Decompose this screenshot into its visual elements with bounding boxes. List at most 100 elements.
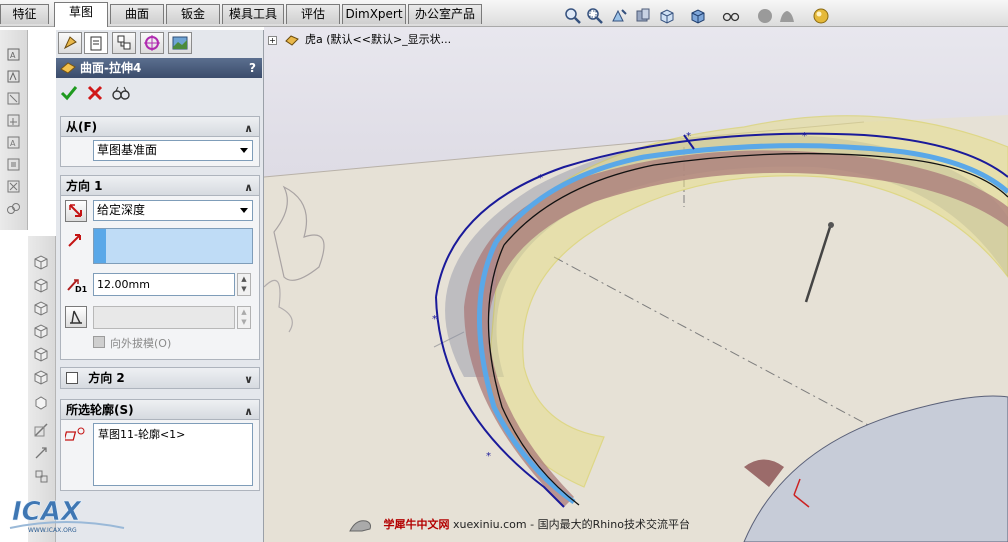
ordinate-dimension-icon[interactable]	[5, 112, 22, 129]
direction2-checkbox[interactable]	[66, 371, 78, 384]
from-select[interactable]: 草图基准面	[93, 140, 253, 161]
section-view-icon[interactable]	[634, 7, 652, 25]
hide-show-items-icon[interactable]	[722, 7, 740, 25]
depth-input[interactable]	[93, 273, 235, 296]
graphics-area[interactable]: * * * * * + 虎a (默认<<默认>_显示状... 学犀牛中文网 xuexi…	[264, 27, 1008, 542]
previous-view-icon[interactable]	[610, 7, 628, 25]
tab-configuration-manager[interactable]	[112, 32, 136, 54]
svg-text:*: *	[538, 173, 543, 184]
direction-vector-icon	[68, 234, 81, 247]
extrude-surface-icon	[60, 62, 76, 74]
collapse-chevron-icon[interactable]: ∧	[244, 402, 253, 422]
draft-angle-spinner[interactable]: ▲ ▼	[237, 306, 251, 329]
angular-dimension-icon[interactable]: A	[5, 134, 22, 151]
icax-logo: ICAX WWW.ICAX.ORG	[9, 497, 125, 534]
preview-button[interactable]	[112, 84, 130, 102]
tab-sheet-metal[interactable]: 钣金	[166, 4, 220, 24]
chain-dimension-icon[interactable]	[5, 178, 22, 195]
svg-text:ICAX: ICAX	[12, 497, 83, 527]
feature-tree-flyout[interactable]: + 虎a (默认<<默认>_显示状...	[268, 31, 451, 47]
draft-toggle-button[interactable]	[65, 306, 87, 328]
direction1-group: 方向 1 ∧ 给定深度 D1 ▲▼ ▲▼ 向外拔模(	[60, 175, 260, 360]
edit-appearance-icon[interactable]	[756, 7, 774, 25]
zoom-to-fit-icon[interactable]	[564, 7, 582, 25]
manager-tabs	[56, 30, 264, 56]
right-view-icon[interactable]	[33, 323, 50, 340]
draft-angle-input[interactable]	[93, 306, 235, 329]
top-view-icon[interactable]	[33, 300, 50, 317]
box-view-icon[interactable]	[33, 254, 50, 271]
tab-dimxpert-manager[interactable]	[140, 32, 164, 54]
draft-outward-label: 向外拔模(O)	[110, 337, 172, 350]
draft-icon	[70, 310, 82, 324]
watermark-caption: 学犀牛中文网 xuexiniu.com - 国内最大的Rhino技术交流平台	[348, 515, 690, 535]
contours-list[interactable]: 草图11-轮廓<1>	[93, 423, 253, 486]
isometric-view-icon[interactable]	[33, 346, 50, 363]
tab-sketch[interactable]: 草图	[54, 2, 108, 27]
zoom-area-icon[interactable]	[586, 7, 604, 25]
ok-button[interactable]	[60, 84, 78, 102]
sketch-icon[interactable]	[33, 422, 50, 439]
from-group-title: 从(F)	[66, 120, 98, 134]
front-view-icon[interactable]	[33, 277, 50, 294]
tab-office-products[interactable]: 办公室产品	[408, 4, 482, 24]
normal-to-icon[interactable]	[33, 394, 50, 411]
depth-spinner[interactable]: ▲ ▼	[237, 273, 251, 296]
reverse-direction-icon	[69, 204, 82, 217]
svg-text:*: *	[802, 131, 807, 142]
display-style-icon[interactable]	[690, 7, 708, 25]
solidworks-window: 特征 草图 曲面 钣金 模具工具 评估 DimXpert 办公室产品 A A 曲…	[0, 0, 1008, 542]
selected-contours-group: 所选轮廓(S) ∧ 草图11-轮廓<1>	[60, 399, 260, 491]
baseline-dimension-icon[interactable]	[5, 156, 22, 173]
smart-dimension-tool-icon[interactable]	[33, 445, 50, 462]
tab-feature-manager[interactable]	[58, 32, 82, 54]
collapse-chevron-icon[interactable]: ∧	[244, 119, 253, 139]
tab-evaluate[interactable]: 评估	[286, 4, 340, 24]
feature-title-bar: 曲面-拉伸4 ?	[56, 58, 262, 78]
tab-surfaces[interactable]: 曲面	[110, 4, 164, 24]
feature-tree-icon	[63, 36, 77, 50]
configuration-icon	[117, 35, 131, 50]
reverse-direction-button[interactable]	[65, 200, 87, 222]
feature-title: 曲面-拉伸4	[80, 61, 142, 75]
selected-contours-title: 所选轮廓(S)	[66, 403, 134, 417]
from-group-header[interactable]: 从(F) ∧	[61, 117, 259, 137]
smart-dimension-icon[interactable]: A	[5, 46, 22, 63]
apply-scene-icon[interactable]	[778, 7, 796, 25]
tab-dimxpert[interactable]: DimXpert	[342, 4, 406, 24]
rhino-logo-icon	[349, 520, 371, 532]
tab-mold-tools[interactable]: 模具工具	[222, 4, 284, 24]
direction1-group-header[interactable]: 方向 1 ∧	[61, 176, 259, 196]
svg-text:WWW.ICAX.ORG: WWW.ICAX.ORG	[28, 527, 77, 534]
help-button[interactable]: ?	[249, 58, 256, 78]
view-orientation-icon[interactable]	[658, 7, 676, 25]
expand-chevron-icon[interactable]: ∨	[244, 370, 253, 390]
vertical-dimension-icon[interactable]	[5, 90, 22, 107]
relations-icon[interactable]	[33, 468, 50, 485]
horizontal-dimension-icon[interactable]	[5, 68, 22, 85]
left-toolbar-upper: A A	[0, 30, 28, 230]
expand-icon[interactable]: +	[268, 35, 277, 45]
tab-display-manager[interactable]	[168, 32, 192, 54]
selected-contours-group-header[interactable]: 所选轮廓(S) ∧	[61, 400, 259, 420]
direction-vector-selection-box[interactable]	[93, 228, 253, 264]
tab-features[interactable]: 特征	[0, 4, 49, 24]
trimetric-view-icon[interactable]	[33, 369, 50, 386]
tab-property-manager[interactable]	[84, 32, 108, 54]
direction2-group-header[interactable]: 方向 2 ∨	[61, 368, 259, 388]
list-item[interactable]: 草图11-轮廓<1>	[98, 426, 248, 442]
draft-outward-checkbox[interactable]	[93, 336, 105, 348]
part-name: 虎a (默认<<默认>_显示状...	[305, 33, 452, 46]
direction2-group-title: 方向 2	[88, 371, 125, 385]
pin-head	[828, 222, 834, 228]
view-settings-icon[interactable]	[812, 7, 830, 25]
add-relation-icon[interactable]	[5, 200, 22, 217]
property-manager-icon	[90, 36, 102, 51]
contour-selection-icon	[65, 427, 85, 441]
cancel-button[interactable]	[86, 84, 104, 102]
svg-text:*: *	[486, 451, 491, 462]
depth-label: D1	[75, 285, 88, 294]
collapse-chevron-icon[interactable]: ∧	[244, 178, 253, 198]
end-condition-select[interactable]: 给定深度	[93, 200, 253, 221]
from-group: 从(F) ∧ 草图基准面	[60, 116, 260, 167]
